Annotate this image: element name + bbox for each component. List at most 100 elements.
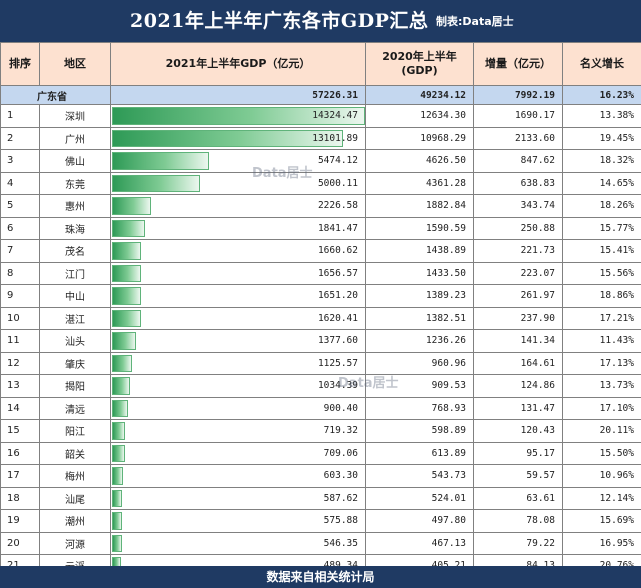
table-row: 7 茂名 1660.62 1438.89 221.73 15.41% bbox=[0, 239, 641, 263]
rank-cell: 5 bbox=[0, 194, 40, 218]
city-name-cell: 茂名 bbox=[39, 239, 111, 263]
increase-cell: 261.97 bbox=[473, 284, 563, 308]
rank-cell: 4 bbox=[0, 171, 40, 195]
city-name-cell: 河源 bbox=[39, 531, 111, 555]
rank-cell: 15 bbox=[0, 419, 40, 443]
rank-cell: 6 bbox=[0, 216, 40, 240]
growth-cell: 15.56% bbox=[562, 261, 641, 285]
rank-cell: 16 bbox=[0, 441, 40, 465]
gdp-bar bbox=[112, 534, 122, 552]
increase-cell: 343.74 bbox=[473, 194, 563, 218]
gdp-bar bbox=[112, 129, 344, 147]
header-rank: 排序 bbox=[0, 42, 40, 86]
header-gdp2021: 2021年上半年GDP（亿元） bbox=[110, 42, 366, 86]
table-row: 10 湛江 1620.41 1382.51 237.90 17.21% bbox=[0, 306, 641, 330]
city-name-cell: 汕头 bbox=[39, 329, 111, 353]
column-header-row: 排序 地区 2021年上半年GDP（亿元） 2020年上半年 (GDP) 增量（… bbox=[0, 42, 641, 86]
table-row: 5 惠州 2226.58 1882.84 343.74 18.26% bbox=[0, 194, 641, 218]
city-name-cell: 汕尾 bbox=[39, 486, 111, 510]
gdp-bar bbox=[112, 219, 145, 237]
growth-cell: 15.69% bbox=[562, 509, 641, 533]
gdp2021-cell: 5474.12 bbox=[110, 149, 366, 173]
gdp2021-value: 5474.12 bbox=[317, 155, 358, 166]
city-name-cell: 湛江 bbox=[39, 306, 111, 330]
growth-cell: 18.26% bbox=[562, 194, 641, 218]
gdp2021-value: 603.30 bbox=[323, 470, 358, 481]
gdp2020-cell: 1438.89 bbox=[365, 239, 474, 263]
gdp2020-cell: 10968.29 bbox=[365, 126, 474, 150]
gdp-bar bbox=[112, 422, 125, 440]
table-body: 广东省 57226.31 49234.12 7992.19 16.23% 1 深圳… bbox=[0, 85, 641, 578]
city-name-cell: 韶关 bbox=[39, 441, 111, 465]
city-name-cell: 佛山 bbox=[39, 149, 111, 173]
gdp2020-cell: 467.13 bbox=[365, 531, 474, 555]
gdp2021-cell: 587.62 bbox=[110, 486, 366, 510]
increase-cell: 2133.60 bbox=[473, 126, 563, 150]
title-bar: 2021年上半年广东各市GDP汇总 制表:Data居士 bbox=[0, 0, 641, 42]
table-row: 13 揭阳 1034.39 909.53 124.86 13.73% bbox=[0, 374, 641, 398]
gdp2021-cell: 1620.41 bbox=[110, 306, 366, 330]
gdp-table: 排序 地区 2021年上半年GDP（亿元） 2020年上半年 (GDP) 增量（… bbox=[0, 42, 641, 578]
rank-cell: 12 bbox=[0, 351, 40, 375]
gdp2021-value: 13101.89 bbox=[312, 132, 358, 144]
table-row: 17 梅州 603.30 543.73 59.57 10.96% bbox=[0, 464, 641, 488]
rank-cell: 10 bbox=[0, 306, 40, 330]
table-row: 16 韶关 709.06 613.89 95.17 15.50% bbox=[0, 441, 641, 465]
increase-cell: 95.17 bbox=[473, 441, 563, 465]
table-row: 2 广州 13101.89 10968.29 2133.60 19.45% bbox=[0, 126, 641, 150]
gdp2020-cell: 4626.50 bbox=[365, 149, 474, 173]
growth-cell: 15.50% bbox=[562, 441, 641, 465]
table-row: 4 东莞 5000.11 4361.28 638.83 14.65% bbox=[0, 171, 641, 195]
gdp-bar bbox=[112, 444, 125, 462]
gdp2020-cell: 1882.84 bbox=[365, 194, 474, 218]
gdp2020-cell: 1433.50 bbox=[365, 261, 474, 285]
city-name-cell: 肇庆 bbox=[39, 351, 111, 375]
rank-cell: 20 bbox=[0, 531, 40, 555]
gdp2021-cell: 1651.20 bbox=[110, 284, 366, 308]
gdp2021-value: 1656.57 bbox=[317, 267, 358, 279]
table-row: 6 珠海 1841.47 1590.59 250.88 15.77% bbox=[0, 216, 641, 240]
table-row: 12 肇庆 1125.57 960.96 164.61 17.13% bbox=[0, 351, 641, 375]
gdp2020-cell: 1389.23 bbox=[365, 284, 474, 308]
gdp2020-cell: 497.80 bbox=[365, 509, 474, 533]
rank-cell: 8 bbox=[0, 261, 40, 285]
gdp-bar bbox=[112, 377, 131, 395]
gdp2020-cell: 613.89 bbox=[365, 441, 474, 465]
city-name-cell: 广州 bbox=[39, 126, 111, 150]
gdp2021-cell: 1125.57 bbox=[110, 351, 366, 375]
gdp-bar bbox=[112, 489, 123, 507]
table-row: 14 清远 900.40 768.93 131.47 17.10% bbox=[0, 396, 641, 420]
rank-cell: 17 bbox=[0, 464, 40, 488]
gdp-bar bbox=[112, 197, 152, 215]
gdp2021-cell: 2226.58 bbox=[110, 194, 366, 218]
gdp2021-value: 5000.11 bbox=[317, 177, 358, 189]
gdp2021-cell: 13101.89 bbox=[110, 126, 366, 150]
growth-cell: 13.73% bbox=[562, 374, 641, 398]
city-name-cell: 惠州 bbox=[39, 194, 111, 218]
city-name-cell: 江门 bbox=[39, 261, 111, 285]
city-name-cell: 清远 bbox=[39, 396, 111, 420]
gdp2021-value: 546.35 bbox=[323, 537, 358, 549]
gdp2021-value: 587.62 bbox=[323, 492, 358, 504]
header-region: 地区 bbox=[39, 42, 111, 86]
table-row: 1 深圳 14324.47 12634.30 1690.17 13.38% bbox=[0, 104, 641, 128]
gdp-summary-sheet: 2021年上半年广东各市GDP汇总 制表:Data居士 排序 地区 2021年上… bbox=[0, 0, 641, 588]
growth-cell: 18.86% bbox=[562, 284, 641, 308]
gdp2021-cell: 1034.39 bbox=[110, 374, 366, 398]
gdp2021-cell: 1660.62 bbox=[110, 239, 366, 263]
gdp-bar bbox=[112, 174, 201, 192]
gdp2021-value: 1620.41 bbox=[317, 312, 358, 324]
growth-cell: 19.45% bbox=[562, 126, 641, 150]
rank-cell: 2 bbox=[0, 126, 40, 150]
increase-cell: 638.83 bbox=[473, 171, 563, 195]
gdp2020-cell: 12634.30 bbox=[365, 104, 474, 128]
province-gdp2020: 49234.12 bbox=[365, 85, 474, 105]
header-gdp2020-line1: 2020年上半年 bbox=[382, 50, 457, 63]
increase-cell: 237.90 bbox=[473, 306, 563, 330]
gdp2021-value: 900.40 bbox=[323, 402, 358, 414]
gdp-bar bbox=[112, 354, 132, 372]
gdp2020-cell: 598.89 bbox=[365, 419, 474, 443]
rank-cell: 3 bbox=[0, 149, 40, 173]
increase-cell: 131.47 bbox=[473, 396, 563, 420]
city-name-cell: 阳江 bbox=[39, 419, 111, 443]
